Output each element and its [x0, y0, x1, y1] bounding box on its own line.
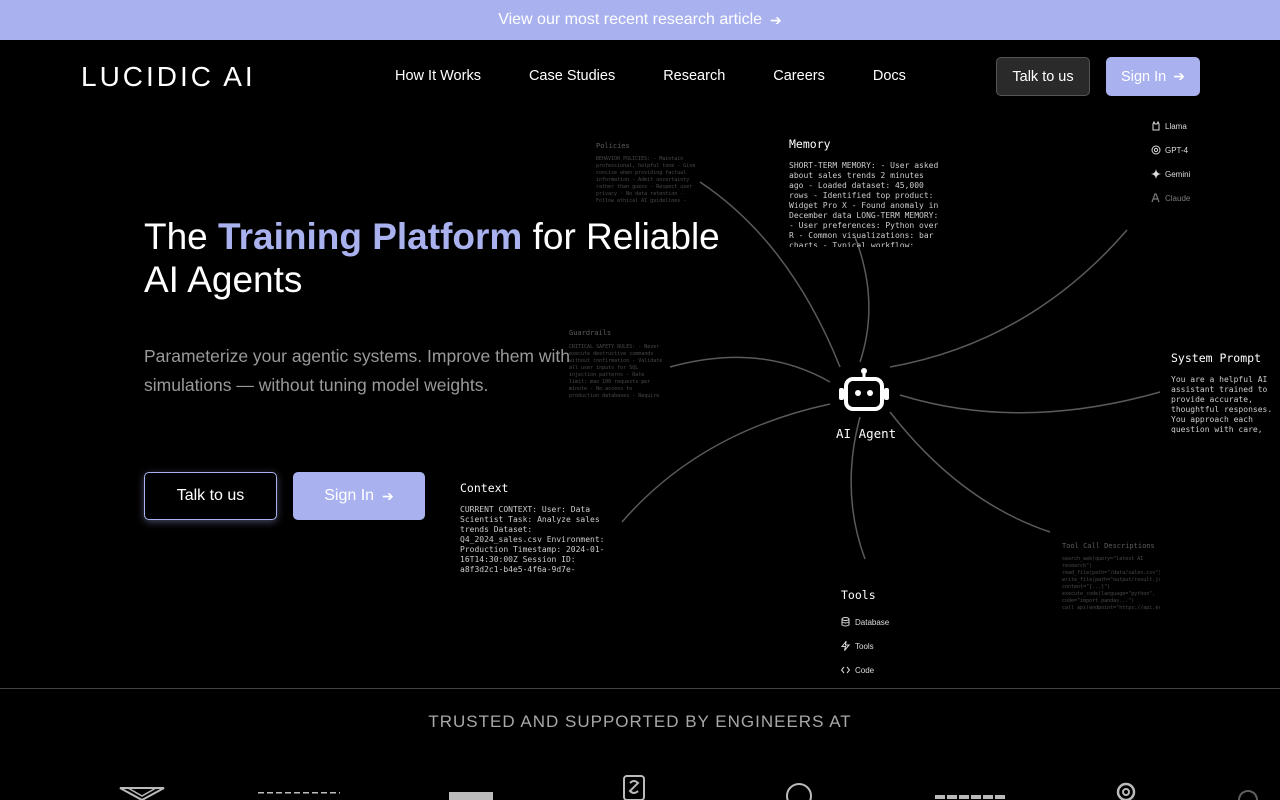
context-panel-body: CURRENT CONTEXT: User: Data Scientist Ta… — [460, 505, 605, 573]
policies-panel-body: BEHAVIOR POLICIES: - Maintain profession… — [596, 156, 696, 204]
hero-title-accent: Training Platform — [218, 216, 523, 257]
nav-link-docs[interactable]: Docs — [873, 68, 906, 84]
tool-item-label: Code — [855, 665, 875, 675]
connector-tool-calls — [889, 411, 1051, 533]
model-label: Claude — [1165, 193, 1191, 203]
research-article-link[interactable]: View our most recent research article ➔ — [498, 11, 782, 29]
agent-label: AI Agent — [836, 426, 897, 441]
hero-talk-button[interactable]: Talk to us — [144, 472, 277, 520]
hero-signin-button[interactable]: Sign In ➔ — [293, 472, 425, 520]
robot-icon — [839, 368, 889, 411]
hero-title-pre: The — [144, 216, 219, 257]
model-item-gemini: Gemini — [1151, 169, 1190, 179]
section-divider — [0, 688, 1280, 689]
database-icon — [841, 617, 850, 627]
partner-logo-serif-wordmark — [258, 792, 340, 794]
tool-item-database: Database — [841, 617, 889, 627]
arrow-right-icon: ➔ — [770, 11, 782, 28]
nav-signin-button[interactable]: Sign In ➔ — [1106, 57, 1200, 96]
partner-logos-strip — [0, 770, 1280, 800]
tools-panel-title: Tools — [841, 588, 876, 602]
tool-calls-panel-title: Tool Call Descriptions — [1062, 542, 1155, 550]
partner-logo-wordmark — [935, 795, 1005, 799]
model-item-gpt4: GPT-4 — [1151, 145, 1188, 155]
guardrails-panel-title: Guardrails — [569, 329, 612, 337]
connector-memory — [854, 236, 870, 363]
top-navigation: LUCIDIC AI How It Works Case Studies Res… — [0, 40, 1280, 112]
model-label: Gemini — [1165, 169, 1191, 179]
trusted-heading: TRUSTED AND SUPPORTED BY ENGINEERS AT — [428, 712, 852, 731]
partner-logo-circle — [786, 783, 812, 800]
nav-link-how-it-works[interactable]: How It Works — [395, 68, 481, 84]
tool-item-code: Code — [841, 665, 874, 675]
anthropic-icon — [1151, 193, 1160, 203]
connector-models — [889, 229, 1128, 368]
nav-link-research[interactable]: Research — [663, 68, 725, 84]
partner-logo-bold-mark — [449, 792, 493, 800]
tool-item-label: Database — [855, 617, 890, 627]
nav-signin-label: Sign In — [1121, 68, 1167, 85]
nav-link-careers[interactable]: Careers — [773, 68, 825, 84]
openai-icon — [1151, 145, 1161, 155]
code-icon — [841, 666, 850, 674]
arrow-right-icon: ➔ — [1173, 68, 1185, 84]
hero-subtitle: Parameterize your agentic systems. Impro… — [144, 346, 570, 395]
tool-item-tools: Tools — [841, 641, 874, 651]
guardrails-panel-body: CRITICAL SAFETY RULES: - Never execute d… — [569, 344, 663, 398]
memory-panel-body: SHORT-TERM MEMORY: - User asked about sa… — [789, 161, 939, 247]
connector-context — [621, 403, 831, 523]
model-item-claude: Claude — [1151, 193, 1190, 203]
announcement-banner: View our most recent research article ➔ — [0, 0, 1280, 40]
tool-item-label: Tools — [855, 641, 874, 651]
system-prompt-panel-title: System Prompt — [1171, 351, 1262, 365]
connector-guardrails — [669, 356, 831, 383]
context-panel-title: Context — [460, 481, 509, 495]
model-item-llama: Llama — [1151, 121, 1187, 131]
banner-text: View our most recent research article — [498, 11, 763, 28]
tool-calls-panel-body: search_web(query="latest AI research") r… — [1062, 556, 1160, 610]
bolt-icon — [841, 641, 850, 651]
connector-system-prompt — [899, 391, 1161, 414]
partner-logo-crest — [623, 775, 645, 800]
partner-logo-knot — [1116, 782, 1136, 800]
model-label: Llama — [1165, 121, 1187, 131]
gemini-icon — [1151, 169, 1161, 179]
partner-logo-faded — [1238, 790, 1258, 800]
nav-talk-label: Talk to us — [1012, 68, 1074, 85]
partner-logo-shield — [119, 787, 165, 800]
hero-talk-label: Talk to us — [176, 487, 245, 504]
arrow-right-icon: ➔ — [382, 487, 394, 504]
hero-signin-label: Sign In — [324, 487, 375, 504]
nav-talk-button[interactable]: Talk to us — [996, 57, 1090, 96]
memory-panel-title: Memory — [789, 137, 831, 151]
policies-panel-title: Policies — [596, 142, 630, 150]
nav-link-case-studies[interactable]: Case Studies — [529, 68, 615, 84]
site-logo[interactable]: LUCIDIC AI — [81, 61, 256, 93]
system-prompt-panel-body: You are a helpful AI assistant trained t… — [1171, 375, 1273, 433]
llama-icon — [1152, 121, 1160, 131]
model-label: GPT-4 — [1165, 145, 1189, 155]
nav-links: How It Works Case Studies Research Caree… — [395, 68, 954, 84]
